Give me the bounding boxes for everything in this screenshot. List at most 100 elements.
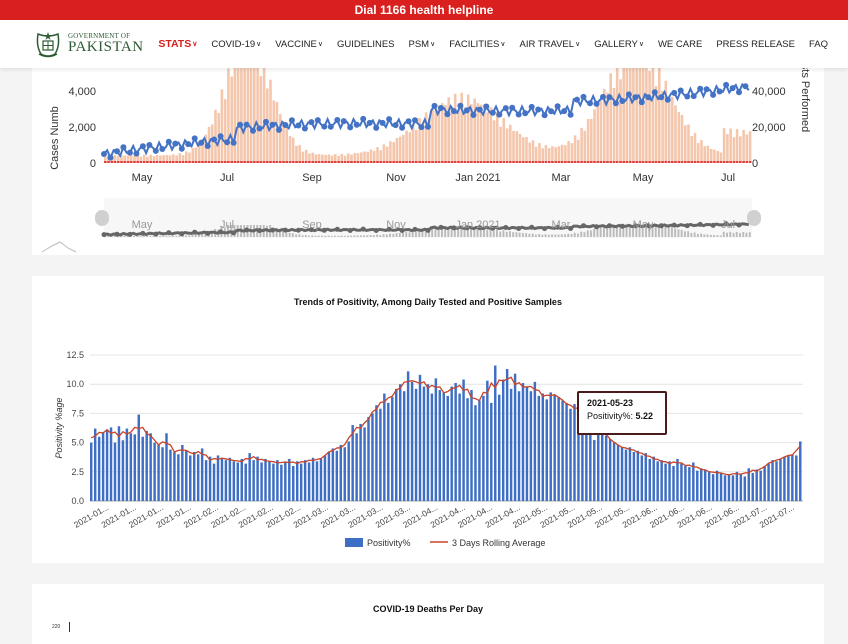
positivity-bar[interactable] xyxy=(517,391,521,501)
positivity-bar[interactable] xyxy=(569,408,572,501)
positivity-bar[interactable] xyxy=(509,388,513,501)
positivity-bar[interactable] xyxy=(490,402,493,501)
positivity-bar[interactable] xyxy=(458,393,461,501)
positivity-bar[interactable] xyxy=(787,455,790,501)
positivity-bar[interactable] xyxy=(497,394,501,501)
nav-item-vaccine[interactable]: VACCINE ∨ xyxy=(275,39,323,50)
positivity-bar[interactable] xyxy=(707,471,711,501)
positivity-bar[interactable] xyxy=(97,436,101,501)
positivity-bar[interactable] xyxy=(240,458,243,501)
nav-item-guidelines[interactable]: GUIDELINES xyxy=(337,39,395,50)
positivity-bar[interactable] xyxy=(284,462,287,501)
navigator-left-handle[interactable] xyxy=(95,210,109,226)
positivity-bar[interactable] xyxy=(359,423,362,501)
positivity-bar[interactable] xyxy=(208,456,212,501)
positivity-bar[interactable] xyxy=(422,386,426,501)
positivity-bar[interactable] xyxy=(501,379,505,501)
positivity-bar[interactable] xyxy=(739,474,743,501)
positivity-bar[interactable] xyxy=(288,458,291,501)
positivity-bar[interactable] xyxy=(137,414,140,501)
positivity-bar[interactable] xyxy=(466,398,469,501)
positivity-bar[interactable] xyxy=(307,462,311,501)
positivity-bar[interactable] xyxy=(121,440,125,501)
positivity-bar[interactable] xyxy=(600,428,604,501)
positivity-bar[interactable] xyxy=(109,427,113,501)
positivity-bar[interactable] xyxy=(791,454,794,501)
positivity-bar[interactable] xyxy=(236,462,240,501)
positivity-bar[interactable] xyxy=(252,460,255,501)
positivity-bar[interactable] xyxy=(418,374,422,501)
positivity-bar[interactable] xyxy=(113,442,117,501)
positivity-bar[interactable] xyxy=(775,461,778,501)
positivity-bar[interactable] xyxy=(395,388,398,501)
positivity-bar[interactable] xyxy=(604,435,608,501)
positivity-bar[interactable] xyxy=(446,395,449,501)
positivity-bar[interactable] xyxy=(462,379,465,501)
positivity-bar[interactable] xyxy=(624,449,628,501)
positivity-bar[interactable] xyxy=(90,442,93,501)
positivity-chart[interactable]: 12.510.07.55.02.50.0 2021-01...2021-01..… xyxy=(32,276,824,563)
positivity-bar[interactable] xyxy=(703,469,707,501)
positivity-bar[interactable] xyxy=(391,397,394,501)
positivity-bar[interactable] xyxy=(450,386,453,501)
positivity-bar[interactable] xyxy=(220,458,224,501)
positivity-bar[interactable] xyxy=(573,404,576,501)
positivity-bar[interactable] xyxy=(648,458,651,501)
positivity-bar[interactable] xyxy=(660,460,663,501)
positivity-bar[interactable] xyxy=(723,475,727,501)
positivity-bar[interactable] xyxy=(553,394,556,501)
positivity-bar[interactable] xyxy=(375,405,378,501)
positivity-bar[interactable] xyxy=(763,465,766,501)
positivity-bar[interactable] xyxy=(612,442,616,501)
positivity-bar[interactable] xyxy=(799,441,802,501)
positivity-bar[interactable] xyxy=(628,447,632,501)
positivity-bar[interactable] xyxy=(232,461,236,501)
positivity-bar[interactable] xyxy=(751,472,754,501)
nav-item-faq[interactable]: FAQ xyxy=(809,39,828,50)
positivity-bar[interactable] xyxy=(767,463,770,501)
positivity-bar[interactable] xyxy=(323,455,327,501)
navigator-right-handle[interactable] xyxy=(747,210,761,226)
positivity-bar[interactable] xyxy=(173,451,176,501)
positivity-bar[interactable] xyxy=(715,470,719,501)
positivity-bar[interactable] xyxy=(260,462,263,501)
positivity-bar[interactable] xyxy=(743,476,747,501)
positivity-bar[interactable] xyxy=(129,433,133,501)
positivity-bar[interactable] xyxy=(303,460,307,501)
positivity-bar[interactable] xyxy=(280,464,283,501)
positivity-bar[interactable] xyxy=(181,444,184,501)
positivity-bar[interactable] xyxy=(593,440,596,501)
positivity-bar[interactable] xyxy=(700,468,703,501)
positivity-bar[interactable] xyxy=(311,457,315,501)
positivity-bar[interactable] xyxy=(272,463,275,501)
positivity-bar[interactable] xyxy=(169,449,172,501)
positivity-bar[interactable] xyxy=(430,393,434,501)
positivity-bar[interactable] xyxy=(224,460,228,501)
positivity-bar[interactable] xyxy=(216,455,220,501)
positivity-bar[interactable] xyxy=(545,399,548,501)
positivity-bar[interactable] xyxy=(153,442,156,501)
positivity-bar[interactable] xyxy=(533,381,537,501)
positivity-bar[interactable] xyxy=(711,474,715,501)
positivity-bar[interactable] xyxy=(640,455,644,501)
positivity-bar[interactable] xyxy=(636,450,640,501)
positivity-bar[interactable] xyxy=(632,451,636,501)
positivity-bar[interactable] xyxy=(482,395,485,501)
positivity-bar[interactable] xyxy=(779,458,782,501)
positivity-bar[interactable] xyxy=(525,386,529,501)
positivity-bar[interactable] xyxy=(339,444,343,501)
positivity-bar[interactable] xyxy=(367,416,370,501)
positivity-bar[interactable] xyxy=(189,455,192,501)
positivity-bar[interactable] xyxy=(672,465,675,501)
positivity-bar[interactable] xyxy=(426,384,430,501)
positivity-bar[interactable] xyxy=(644,453,648,501)
positivity-bar[interactable] xyxy=(383,393,386,501)
positivity-bar[interactable] xyxy=(549,392,552,501)
positivity-bar[interactable] xyxy=(434,378,438,501)
positivity-bar[interactable] xyxy=(331,448,335,501)
positivity-bar[interactable] xyxy=(454,383,457,501)
positivity-bar[interactable] xyxy=(161,447,164,501)
positivity-bar[interactable] xyxy=(276,460,279,501)
positivity-bar[interactable] xyxy=(664,463,667,501)
positivity-bar[interactable] xyxy=(414,388,418,501)
